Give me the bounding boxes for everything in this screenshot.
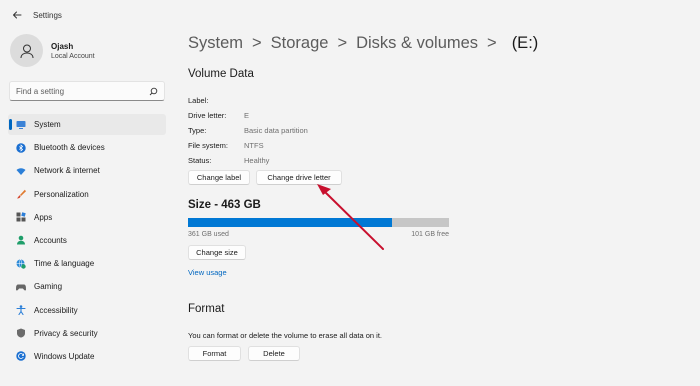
sidebar-item-label: Windows Update	[34, 351, 95, 361]
sidebar-item-apps[interactable]: Apps	[8, 207, 166, 228]
change-label-button[interactable]: Change label	[188, 170, 250, 185]
property-value: Healthy	[244, 156, 270, 165]
size-title: Size - 463 GB	[188, 199, 261, 211]
sidebar-item-accounts[interactable]: Accounts	[8, 230, 166, 251]
sidebar-item-bluetooth[interactable]: Bluetooth & devices	[8, 137, 166, 158]
property-row-label: Label:	[188, 96, 244, 105]
sidebar-item-system[interactable]: System	[8, 114, 166, 135]
sidebar: Ojash Local Account System Bluetooth & d…	[0, 30, 176, 386]
view-usage-link[interactable]: View usage	[188, 268, 227, 277]
user-name: Ojash	[51, 41, 74, 51]
search-box[interactable]	[9, 81, 165, 101]
gamepad-icon	[16, 282, 26, 292]
property-key: Status:	[188, 156, 212, 165]
sidebar-item-windows-update[interactable]: Windows Update	[8, 346, 166, 367]
back-arrow-icon	[13, 11, 22, 19]
search-icon[interactable]	[149, 87, 158, 96]
avatar	[10, 34, 43, 67]
volume-data-title: Volume Data	[188, 68, 254, 80]
apps-icon	[16, 212, 26, 222]
property-row-drive-letter: Drive letter: E	[188, 111, 249, 120]
breadcrumb: System > Storage > Disks & volumes > (E:)	[188, 34, 538, 53]
breadcrumb-separator: >	[337, 34, 348, 52]
sidebar-item-gaming[interactable]: Gaming	[8, 276, 166, 297]
storage-usage-bar	[188, 218, 449, 227]
sidebar-item-network[interactable]: Network & internet	[8, 160, 166, 181]
back-button[interactable]	[3, 1, 31, 29]
breadcrumb-item-disks-volumes[interactable]: Disks & volumes	[356, 34, 478, 52]
accessibility-icon	[16, 305, 26, 315]
shield-icon	[16, 328, 26, 338]
breadcrumb-separator: >	[252, 34, 262, 52]
monitor-icon	[16, 120, 26, 130]
sidebar-item-label: Time & language	[34, 259, 95, 269]
property-row-status: Status: Healthy	[188, 156, 269, 165]
bluetooth-icon	[16, 142, 26, 153]
sidebar-item-label: Apps	[34, 212, 53, 222]
format-title: Format	[188, 303, 225, 315]
person-icon	[16, 235, 26, 245]
sidebar-item-accessibility[interactable]: Accessibility	[8, 300, 166, 321]
property-row-type: Type: Basic data partition	[188, 126, 308, 135]
property-row-file-system: File system: NTFS	[188, 141, 264, 150]
person-icon	[20, 44, 33, 58]
sidebar-item-label: System	[34, 120, 61, 129]
breadcrumb-current: (E:)	[511, 34, 539, 52]
property-key: Type:	[188, 126, 207, 135]
property-value: E	[244, 111, 250, 120]
change-size-button[interactable]: Change size	[188, 245, 246, 260]
globe-clock-icon	[16, 258, 26, 269]
user-profile[interactable]: Ojash Local Account	[10, 34, 95, 67]
sidebar-item-label: Privacy & security	[34, 328, 98, 338]
property-key: Drive letter:	[188, 111, 227, 120]
app-title: Settings	[33, 10, 62, 20]
used-label: 361 GB used	[188, 231, 229, 238]
sidebar-item-label: Accessibility	[34, 305, 78, 315]
wifi-icon	[16, 166, 26, 176]
sidebar-item-label: Accounts	[34, 235, 67, 245]
storage-used-fill	[188, 218, 392, 227]
change-drive-letter-button[interactable]: Change drive letter	[256, 170, 342, 185]
sidebar-item-privacy-security[interactable]: Privacy & security	[8, 323, 166, 344]
free-label: 101 GB free	[411, 231, 449, 238]
breadcrumb-item-system[interactable]: System	[188, 34, 243, 52]
sidebar-item-label: Bluetooth & devices	[34, 143, 105, 153]
main-content: System > Storage > Disks & volumes > (E:) Volu…	[188, 0, 688, 386]
sidebar-item-label: Personalization	[34, 189, 89, 199]
format-button[interactable]: Format	[188, 346, 241, 361]
format-description: You can format or delete the volume to e…	[188, 331, 383, 340]
account-type: Local Account	[51, 52, 95, 60]
update-icon	[16, 351, 26, 362]
property-key: Label:	[188, 96, 209, 105]
sidebar-item-label: Gaming	[34, 282, 63, 292]
delete-button[interactable]: Delete	[248, 346, 300, 361]
sidebar-item-label: Network & internet	[34, 166, 100, 176]
sidebar-item-time-language[interactable]: Time & language	[8, 253, 166, 274]
breadcrumb-item-storage[interactable]: Storage	[271, 34, 329, 52]
sidebar-nav: System Bluetooth & devices Network & int…	[8, 114, 166, 369]
breadcrumb-separator: >	[487, 34, 497, 52]
property-value: Basic data partition	[244, 126, 308, 135]
brush-icon	[16, 189, 26, 199]
sidebar-item-personalization[interactable]: Personalization	[8, 184, 166, 205]
property-value: NTFS	[244, 141, 264, 150]
search-input[interactable]	[16, 86, 149, 96]
property-key: File system:	[188, 141, 229, 150]
